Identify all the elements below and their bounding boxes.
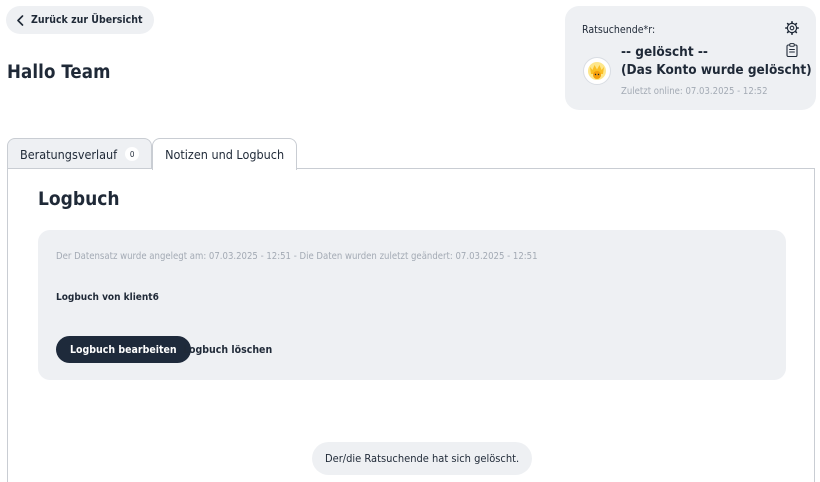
logbook-title: Logbuch [38,188,120,210]
chevron-left-icon [17,14,24,26]
tab-beratungsverlauf[interactable]: Beratungsverlauf 0 [7,138,153,169]
logbook-owner: Logbuch von klient6 [56,292,159,303]
tab-label: Notizen und Logbuch [165,147,285,162]
client-name: -- gelöscht -- (Das Konto wurde gelöscht… [621,43,812,79]
back-button-label: Zurück zur Übersicht [31,14,143,26]
logbook-meta-text: Der Datensatz wurde angelegt am: 07.03.2… [56,251,538,262]
tab-bar: Beratungsverlauf 0 Notizen und Logbuch [7,138,298,170]
client-name-line2: (Das Konto wurde gelöscht) [621,62,812,78]
avatar [583,57,611,85]
logbook-card: Der Datensatz wurde angelegt am: 07.03.2… [38,230,786,380]
delete-logbook-button[interactable]: Logbuch löschen [183,336,272,363]
last-online-text: Zuletzt online: 07.03.2025 - 12:52 [621,86,768,97]
tab-content-panel: Logbuch Der Datensatz wurde angelegt am:… [7,168,815,482]
avatar-icon [588,62,606,80]
message-count-badge: 0 [125,147,140,161]
client-name-line1: -- gelöscht -- [621,44,708,60]
edit-logbook-button[interactable]: Logbuch bearbeiten [56,336,191,363]
back-to-overview-button[interactable]: Zurück zur Übersicht [6,6,154,34]
tab-label: Beratungsverlauf [20,146,118,162]
client-info-card: Ratsuchende*r: -- gelöscht -- (Das Konto… [565,6,816,110]
page-greeting: Hallo Team [7,62,111,83]
gear-icon[interactable] [785,21,799,35]
client-deleted-notice: Der/die Ratsuchende hat sich gelöscht. [312,442,533,475]
client-card-label: Ratsuchende*r: [582,24,656,36]
tab-notizen-logbuch[interactable]: Notizen und Logbuch [152,138,298,170]
